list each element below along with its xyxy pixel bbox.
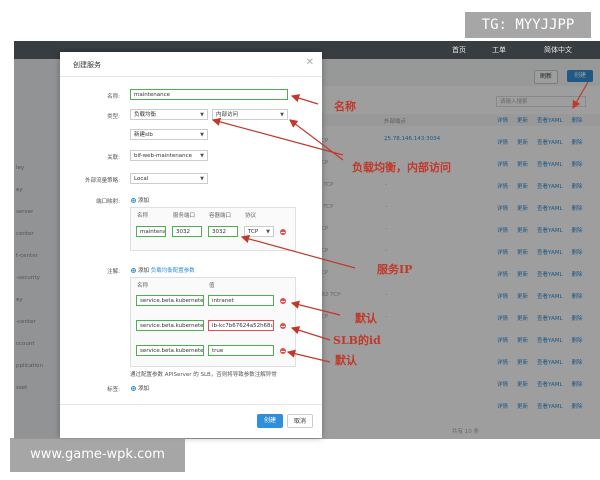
arrow-type (211, 117, 344, 156)
arrow-default2 (286, 349, 331, 363)
annotation-arrows (211, 81, 589, 363)
annotation-name: 名称 (334, 100, 356, 113)
watermark-bottom-left: www.game-wpk.com (10, 438, 185, 472)
arrow-create-button (572, 81, 589, 110)
annotation-slb-id: SLB的id (333, 334, 381, 347)
arrow-access (289, 119, 344, 161)
arrow-service-ip (240, 234, 356, 269)
annotation-lb: 负载均衡，内部访问 (352, 161, 451, 174)
arrow-slb-id (290, 326, 331, 341)
annotation-default1: 默认 (355, 312, 377, 325)
annotation-service-ip: 服务IP (377, 263, 413, 276)
watermark-top-right: TG: MYYJJPP (465, 12, 591, 38)
arrow-name (290, 94, 319, 105)
annotation-default2: 默认 (335, 354, 357, 367)
arrow-default1 (290, 300, 341, 316)
